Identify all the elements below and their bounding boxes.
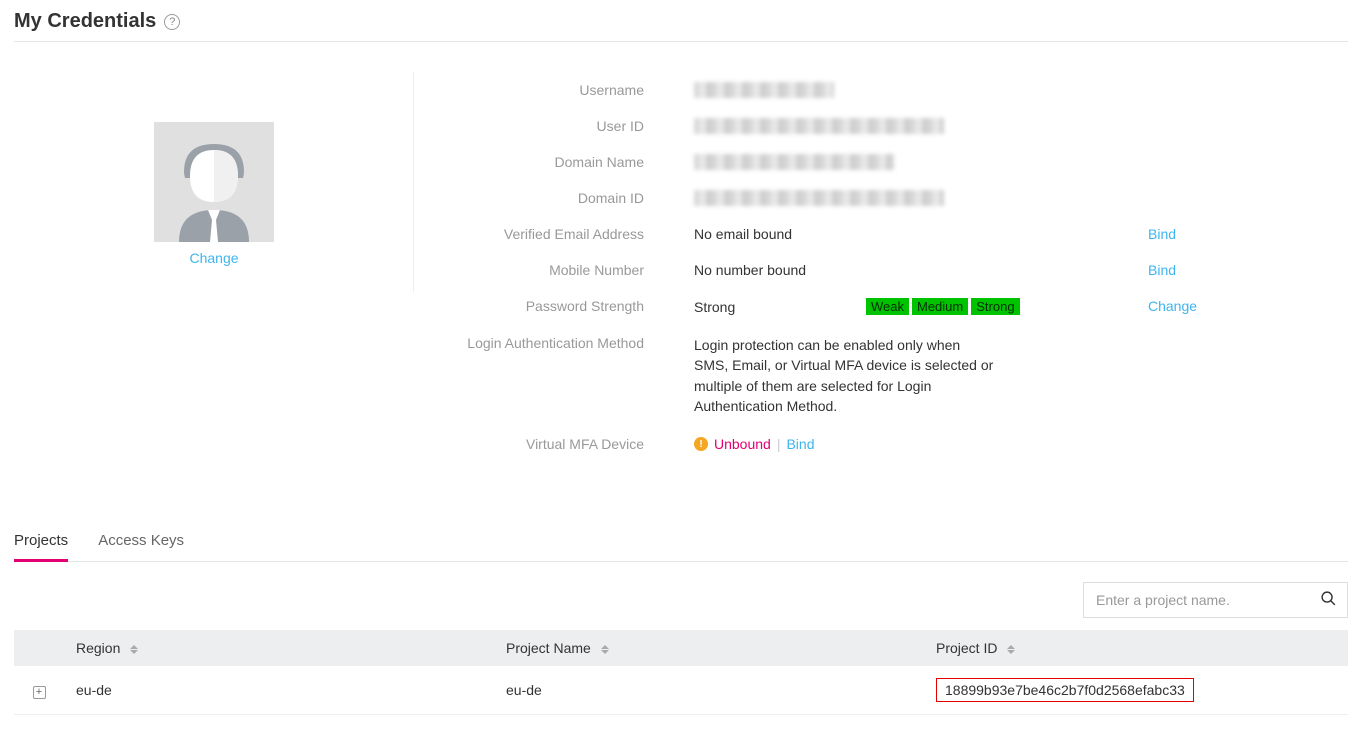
search-input[interactable] bbox=[1094, 591, 1312, 609]
project-id-header-label: Project ID bbox=[936, 640, 997, 656]
mobile-value: No number bound bbox=[694, 262, 1148, 278]
region-cell: eu-de bbox=[64, 666, 494, 715]
project-id-value: 18899b93e7be46c2b7f0d2568efabc33 bbox=[936, 678, 1194, 702]
search-row bbox=[14, 562, 1348, 630]
profile-section: Change Username User ID Domain Name Doma… bbox=[14, 42, 1348, 482]
table-row: + eu-de eu-de 18899b93e7be46c2b7f0d2568e… bbox=[14, 666, 1348, 715]
domain-name-label: Domain Name bbox=[414, 154, 694, 170]
mfa-value: ! Unbound | Bind bbox=[694, 436, 1148, 452]
email-value: No email bound bbox=[694, 226, 1148, 242]
project-name-header-label: Project Name bbox=[506, 640, 591, 656]
strength-medium: Medium bbox=[912, 298, 968, 315]
login-auth-description: Login protection can be enabled only whe… bbox=[694, 335, 994, 416]
tab-access-keys[interactable]: Access Keys bbox=[98, 522, 184, 561]
sort-icon[interactable] bbox=[130, 645, 138, 654]
domain-id-label: Domain ID bbox=[414, 190, 694, 206]
strength-weak: Weak bbox=[866, 298, 909, 315]
tabs: Projects Access Keys bbox=[14, 522, 1348, 562]
avatar-placeholder-icon bbox=[164, 132, 264, 242]
strength-strong: Strong bbox=[971, 298, 1019, 315]
project-name-header[interactable]: Project Name bbox=[494, 630, 924, 666]
password-strength-text: Strong bbox=[694, 299, 804, 315]
username-label: Username bbox=[414, 82, 694, 98]
tab-projects[interactable]: Projects bbox=[14, 522, 68, 562]
email-label: Verified Email Address bbox=[414, 226, 694, 242]
project-id-header[interactable]: Project ID bbox=[924, 630, 1348, 666]
table-header-row: Region Project Name Project ID bbox=[14, 630, 1348, 666]
mfa-status: Unbound bbox=[714, 436, 771, 452]
domain-name-value bbox=[694, 154, 1148, 170]
sort-icon[interactable] bbox=[601, 645, 609, 654]
change-password-link[interactable]: Change bbox=[1148, 298, 1197, 314]
password-strength-meter: Weak Medium Strong bbox=[866, 298, 1020, 315]
bind-email-link[interactable]: Bind bbox=[1148, 226, 1176, 242]
avatar-column: Change bbox=[14, 72, 414, 462]
region-header[interactable]: Region bbox=[64, 630, 494, 666]
mfa-separator: | bbox=[777, 436, 781, 452]
sort-icon[interactable] bbox=[1007, 645, 1015, 654]
warning-icon: ! bbox=[694, 437, 708, 451]
help-icon[interactable]: ? bbox=[164, 14, 180, 30]
password-value: Strong Weak Medium Strong bbox=[694, 298, 1148, 315]
user-id-value bbox=[694, 118, 1148, 134]
user-id-label: User ID bbox=[414, 118, 694, 134]
page-title: My Credentials bbox=[14, 10, 156, 33]
change-avatar-link[interactable]: Change bbox=[189, 250, 238, 266]
username-value bbox=[694, 82, 1148, 98]
project-name-cell: eu-de bbox=[494, 666, 924, 715]
bind-mfa-link[interactable]: Bind bbox=[786, 436, 814, 452]
search-icon[interactable] bbox=[1320, 590, 1337, 610]
expand-row-icon[interactable]: + bbox=[33, 686, 46, 699]
search-box bbox=[1083, 582, 1348, 618]
project-id-cell: 18899b93e7be46c2b7f0d2568efabc33 bbox=[924, 666, 1348, 715]
projects-table: Region Project Name Project ID + eu-de e… bbox=[14, 630, 1348, 715]
login-auth-value: Login protection can be enabled only whe… bbox=[694, 335, 1148, 416]
expand-header bbox=[14, 630, 64, 666]
mfa-label: Virtual MFA Device bbox=[414, 436, 694, 452]
domain-id-value bbox=[694, 190, 1148, 206]
page-header: My Credentials ? bbox=[14, 10, 1348, 42]
mobile-label: Mobile Number bbox=[414, 262, 694, 278]
region-header-label: Region bbox=[76, 640, 120, 656]
details-column: Username User ID Domain Name Domain ID V… bbox=[414, 72, 1348, 462]
avatar bbox=[154, 122, 274, 242]
login-auth-label: Login Authentication Method bbox=[414, 335, 694, 351]
bind-mobile-link[interactable]: Bind bbox=[1148, 262, 1176, 278]
password-label: Password Strength bbox=[414, 298, 694, 314]
